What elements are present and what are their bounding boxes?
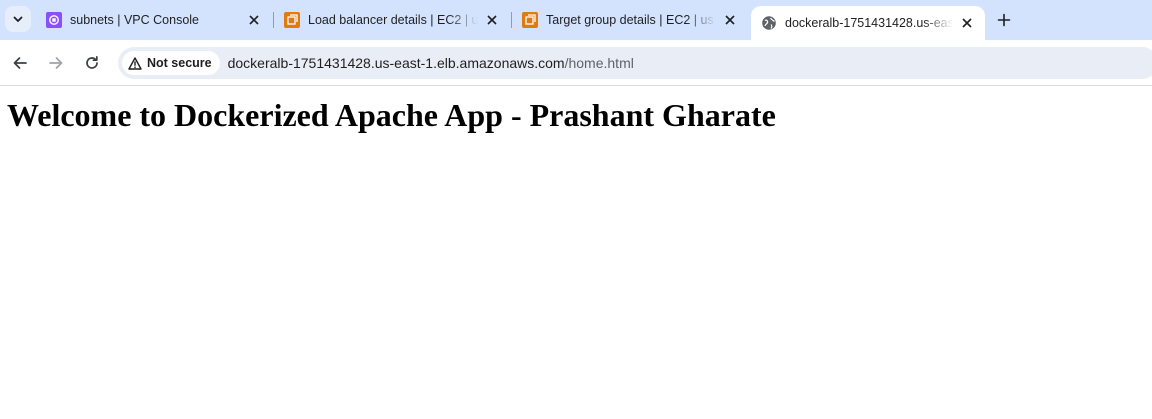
plus-icon bbox=[997, 13, 1011, 27]
url-path: /home.html bbox=[564, 55, 634, 71]
tab-load-balancer[interactable]: Load balancer details | EC2 | us-east-1 bbox=[274, 0, 510, 40]
reload-button[interactable] bbox=[78, 49, 106, 77]
reload-icon bbox=[86, 55, 98, 69]
close-icon[interactable] bbox=[246, 12, 262, 28]
back-button[interactable] bbox=[6, 49, 34, 77]
tab-strip: subnets | VPC Console Load balancer deta… bbox=[0, 0, 1152, 40]
tab-title: Target group details | EC2 | us-east-1 bbox=[546, 13, 716, 27]
forward-button[interactable] bbox=[42, 49, 70, 77]
page-heading: Welcome to Dockerized Apache App - Prash… bbox=[7, 97, 776, 133]
security-indicator[interactable]: Not secure bbox=[122, 51, 220, 75]
chevron-down-icon bbox=[13, 16, 23, 22]
page-content: Welcome to Dockerized Apache App - Prash… bbox=[0, 87, 1152, 419]
tab-title: subnets | VPC Console bbox=[70, 13, 200, 27]
arrow-left-icon bbox=[13, 57, 27, 69]
globe-icon bbox=[761, 15, 777, 31]
close-icon[interactable] bbox=[959, 15, 975, 31]
close-icon[interactable] bbox=[484, 12, 500, 28]
browser-toolbar: Not secure dockeralb-1751431428.us-east-… bbox=[0, 40, 1152, 86]
address-bar[interactable]: Not secure dockeralb-1751431428.us-east-… bbox=[118, 47, 1152, 79]
close-icon[interactable] bbox=[722, 12, 738, 28]
tab-dockeralb[interactable]: dockeralb-1751431428.us-east-1.elb.amazo… bbox=[751, 6, 985, 40]
ec2-icon bbox=[284, 12, 300, 28]
security-label: Not secure bbox=[147, 56, 212, 70]
tab-target-group[interactable]: Target group details | EC2 | us-east-1 bbox=[512, 0, 748, 40]
tab-search-button[interactable] bbox=[5, 6, 31, 32]
tab-title: Load balancer details | EC2 | us-east-1 bbox=[308, 13, 478, 27]
tab-title: dockeralb-1751431428.us-east-1.elb.amazo… bbox=[785, 16, 953, 30]
ec2-icon bbox=[522, 12, 538, 28]
warning-icon bbox=[128, 56, 142, 70]
new-tab-button[interactable] bbox=[992, 8, 1016, 32]
arrow-right-icon bbox=[49, 57, 63, 69]
tab-subnets[interactable]: subnets | VPC Console bbox=[36, 0, 272, 40]
url-host: dockeralb-1751431428.us-east-1.elb.amazo… bbox=[227, 55, 565, 71]
vpc-icon bbox=[46, 12, 62, 28]
url-text[interactable]: dockeralb-1751431428.us-east-1.elb.amazo… bbox=[228, 55, 634, 71]
